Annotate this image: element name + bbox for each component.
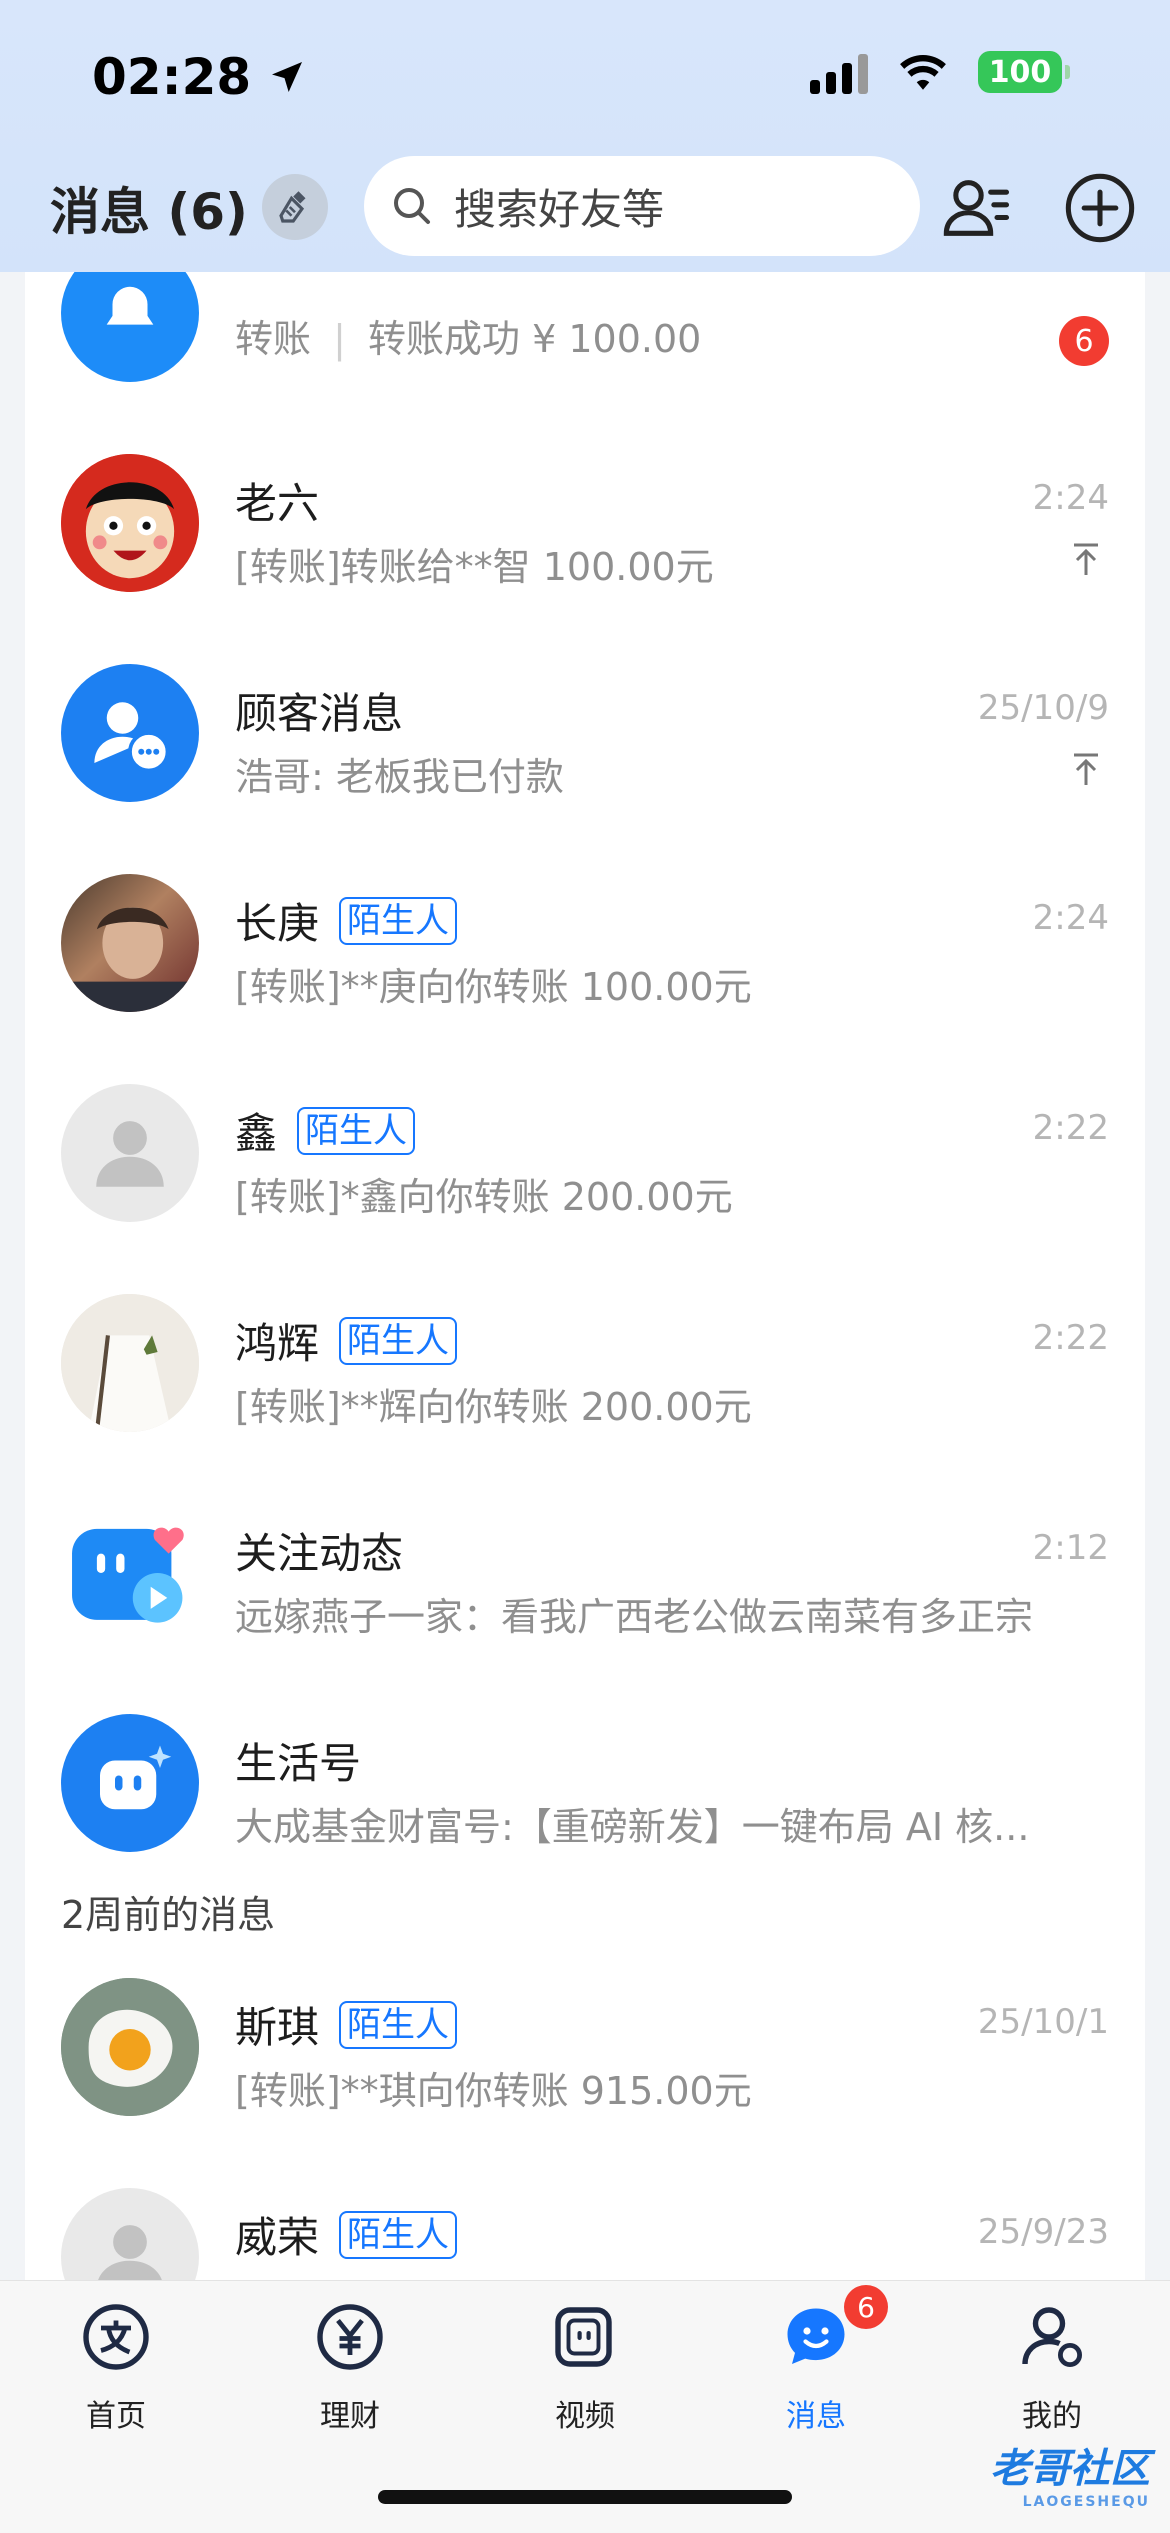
conversation-name: 威荣 陌生人 (235, 2204, 458, 2265)
conversation-time: 2:24 (1032, 898, 1109, 938)
messages-badge: 6 (844, 2285, 888, 2329)
conversation-preview: 远嫁燕子一家：看我广西老公做云南菜有多正宗 (235, 1595, 1034, 1639)
conversation-row[interactable]: 生活号 大成基金财富号:【重磅新发】一键布局 AI 核... (25, 1678, 1145, 1888)
conversation-preview: 浩哥: 老板我已付款 (235, 755, 564, 799)
broom-icon (279, 191, 306, 223)
photo-avatar-icon (61, 907, 199, 1012)
conversation-preview: [转账]**荣向你转账 100.00元 (235, 2270, 752, 2280)
avatar (61, 1084, 199, 1222)
status-time: 02:28 (92, 48, 307, 106)
add-icon[interactable] (1062, 170, 1138, 246)
avatar (61, 1714, 199, 1852)
message-icon (787, 2308, 845, 2364)
clear-unread-button[interactable] (262, 174, 328, 240)
bell-avatar (61, 272, 199, 382)
search-input[interactable]: 搜索好友等 (364, 156, 920, 256)
battery-icon: 100 (978, 51, 1070, 93)
conversation-name: 老六 (235, 479, 320, 528)
conversation-preview: [转账]转账给**智 100.00元 (235, 545, 714, 589)
conversation-preview: [转账]**辉向你转账 200.00元 (235, 1385, 752, 1429)
stranger-tag: 陌生人 (339, 1316, 458, 1365)
stranger-tag: 陌生人 (339, 2210, 458, 2259)
stranger-tag: 陌生人 (339, 2000, 458, 2049)
avatar (61, 1294, 199, 1432)
conversation-row[interactable]: 顾客消息 浩哥: 老板我已付款 25/10/9 (25, 628, 1145, 838)
conversation-row[interactable]: 老六 [转账]转账给**智 100.00元 2:24 (25, 418, 1145, 628)
conversation-row-transfer[interactable]: 转账 | 转账成功 ¥ 100.00 6 (25, 272, 1145, 418)
conversation-name: 生活号 (235, 1739, 362, 1788)
conversation-preview: 大成基金财富号:【重磅新发】一键布局 AI 核... (235, 1805, 1030, 1849)
tab-video[interactable]: 视频 (515, 2301, 655, 2435)
customer-service-icon (94, 702, 170, 773)
conversation-name: 鸿辉 陌生人 (235, 1310, 458, 1371)
default-avatar-icon (98, 2225, 162, 2280)
search-placeholder: 搜索好友等 (454, 184, 665, 234)
conversation-time: 2:22 (1032, 1318, 1109, 1358)
section-header: 2周前的消息 (61, 1893, 276, 1937)
default-avatar-icon (96, 1121, 164, 1187)
yen-icon (317, 2304, 383, 2370)
cartoon-face-icon (61, 454, 199, 592)
alipay-icon (83, 2304, 149, 2370)
avatar (61, 874, 199, 1012)
wifi-icon (900, 54, 946, 90)
avatar (61, 664, 199, 802)
conversation-name: 顾客消息 (235, 689, 404, 738)
bell-icon (106, 286, 154, 325)
signal-icon (810, 50, 868, 94)
home-indicator[interactable] (378, 2490, 792, 2504)
photo-avatar-icon (61, 1294, 199, 1432)
pin-top-icon (1074, 753, 1098, 785)
stranger-tag: 陌生人 (297, 1106, 416, 1155)
conversation-time: 2:12 (1032, 1528, 1109, 1568)
follow-feed-icon (72, 1527, 184, 1623)
conversation-time: 2:22 (1032, 1108, 1109, 1148)
conversation-row[interactable]: 鸿辉 陌生人 [转账]**辉向你转账 200.00元 2:22 (25, 1258, 1145, 1468)
tab-wealth[interactable]: 理财 (280, 2301, 420, 2435)
tab-messages[interactable]: 6 消息 (746, 2285, 888, 2435)
contacts-icon[interactable] (940, 170, 1016, 246)
conversation-time: 25/9/23 (977, 2212, 1109, 2252)
conversation-preview: [转账]**琪向你转账 915.00元 (235, 2069, 752, 2113)
conversation-name: 鑫 陌生人 (235, 1100, 416, 1161)
conversation-preview: [转账]*鑫向你转账 200.00元 (235, 1175, 733, 1219)
conversation-time: 25/10/1 (977, 2002, 1109, 2042)
location-icon (272, 62, 303, 92)
unread-badge: 6 (1059, 316, 1109, 366)
header: 02:28 100 消息 (6) 搜索好友等 (0, 0, 1170, 272)
conversation-row[interactable]: 威荣 陌生人 [转账]**荣向你转账 100.00元 25/9/23 (25, 2152, 1145, 2280)
avatar (61, 2188, 199, 2280)
conversation-time: 25/10/9 (977, 688, 1109, 728)
stranger-tag: 陌生人 (339, 896, 458, 945)
conversation-name: 长庚 陌生人 (235, 890, 458, 951)
conversation-preview: [转账]**庚向你转账 100.00元 (235, 965, 752, 1009)
avatar (61, 1504, 199, 1642)
conversation-row[interactable]: 斯琪 陌生人 [转账]**琪向你转账 915.00元 25/10/1 (25, 1942, 1145, 2152)
conversation-row[interactable]: 关注动态 远嫁燕子一家：看我广西老公做云南菜有多正宗 2:12 (25, 1468, 1145, 1678)
tab-home[interactable]: 首页 (46, 2301, 186, 2435)
profile-icon (1022, 2307, 1083, 2368)
fried-egg-avatar-icon (61, 1978, 199, 2116)
avatar (61, 454, 199, 592)
watermark-logo: 老哥社区 LAOGESHEQU (990, 2446, 1150, 2510)
conversation-name: 关注动态 (235, 1529, 404, 1578)
avatar (61, 1978, 199, 2116)
conversation-row[interactable]: 鑫 陌生人 [转账]*鑫向你转账 200.00元 2:22 (25, 1048, 1145, 1258)
conversation-name: 斯琪 陌生人 (235, 1994, 458, 2055)
pin-top-icon (1074, 543, 1098, 575)
search-icon (394, 188, 430, 224)
status-indicators: 100 (810, 50, 1070, 94)
conversation-row[interactable]: 长庚 陌生人 [转账]**庚向你转账 100.00元 2:24 (25, 838, 1145, 1048)
conversation-time: 2:24 (1032, 478, 1109, 518)
conversation-list[interactable]: 转账 | 转账成功 ¥ 100.00 6 老六 [转账]转账给**智 100.0… (25, 272, 1145, 2280)
page-title: 消息 (6) (50, 183, 248, 241)
tab-profile[interactable]: 我的 (982, 2301, 1122, 2435)
video-icon (555, 2307, 612, 2367)
life-account-icon (100, 1745, 172, 1810)
conversation-preview: 转账 | 转账成功 ¥ 100.00 (235, 317, 702, 361)
